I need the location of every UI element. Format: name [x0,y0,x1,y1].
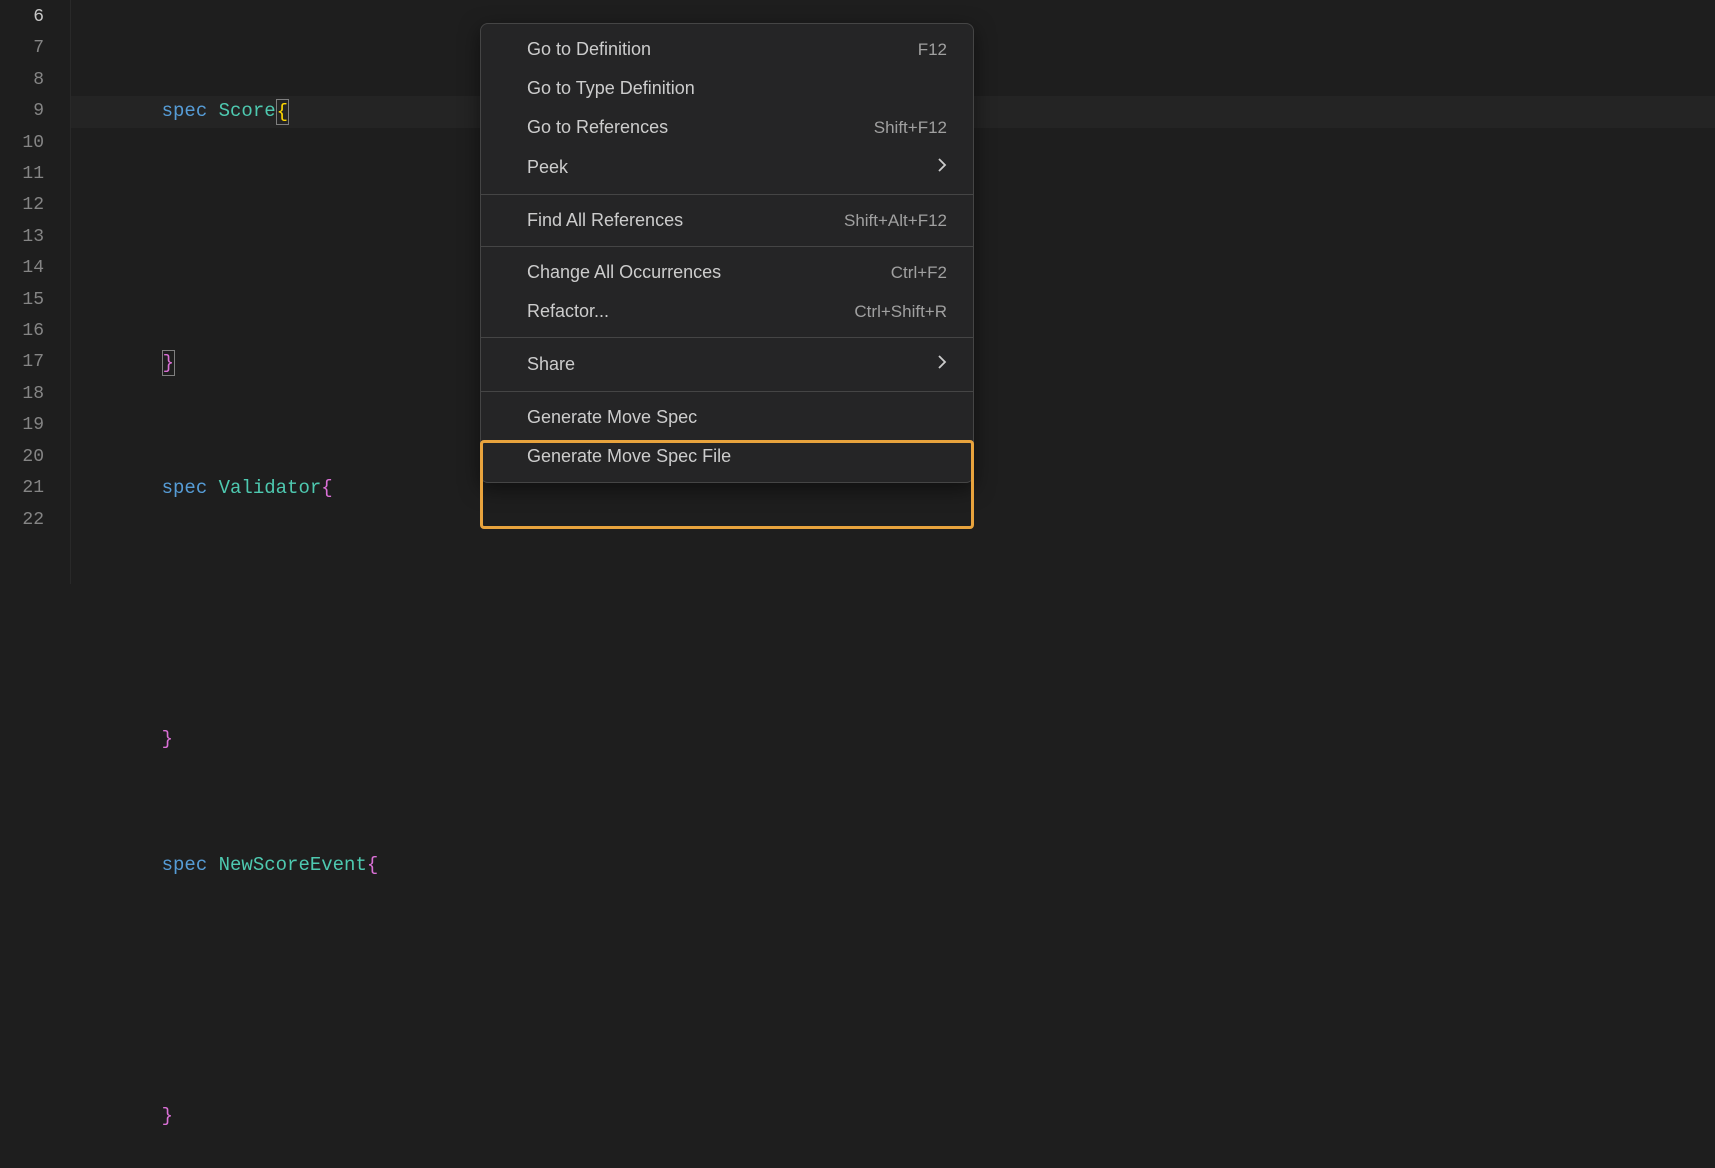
chevron-right-icon [937,353,947,376]
menu-shortcut: Shift+F12 [874,118,947,138]
code-line[interactable]: } [71,724,1715,755]
brace: } [162,728,173,750]
menu-shortcut: Shift+Alt+F12 [844,211,947,231]
menu-shortcut: Ctrl+Shift+R [854,302,947,322]
menu-label: Go to Definition [527,39,651,60]
chevron-right-icon [937,156,947,179]
menu-go-to-type-definition[interactable]: Go to Type Definition [481,69,973,108]
indent [116,1105,162,1127]
line-number: 18 [0,379,44,410]
context-menu: Go to Definition F12 Go to Type Definiti… [480,23,974,483]
code-line[interactable] [71,599,1715,630]
indent [116,854,162,876]
brace: } [163,352,174,374]
menu-label: Generate Move Spec [527,407,697,428]
menu-label: Go to Type Definition [527,78,695,99]
menu-shortcut: Ctrl+F2 [891,263,947,283]
menu-change-all-occurrences[interactable]: Change All Occurrences Ctrl+F2 [481,253,973,292]
menu-separator [481,246,973,247]
line-number: 21 [0,473,44,504]
brace: } [162,1105,173,1127]
line-number: 17 [0,347,44,378]
line-number: 14 [0,253,44,284]
menu-separator [481,337,973,338]
line-number: 11 [0,159,44,190]
line-number: 20 [0,442,44,473]
brace: { [277,101,288,123]
cursor-box: { [276,99,289,125]
line-number: 19 [0,410,44,441]
menu-generate-move-spec[interactable]: Generate Move Spec [481,398,973,437]
menu-label: Find All References [527,210,683,231]
matching-brace-box: } [162,350,175,376]
line-number: 13 [0,222,44,253]
line-number: 10 [0,128,44,159]
line-number-gutter: 6 7 8 9 10 11 12 13 14 15 16 17 18 19 20… [0,0,70,584]
line-number: 16 [0,316,44,347]
menu-go-to-definition[interactable]: Go to Definition F12 [481,30,973,69]
keyword: spec [162,477,208,499]
line-number: 12 [0,190,44,221]
menu-separator [481,391,973,392]
indent [116,100,162,122]
menu-separator [481,194,973,195]
code-line[interactable] [71,975,1715,1006]
line-number: 15 [0,285,44,316]
menu-go-to-references[interactable]: Go to References Shift+F12 [481,108,973,147]
menu-refactor[interactable]: Refactor... Ctrl+Shift+R [481,292,973,331]
keyword: spec [162,854,208,876]
type-name: Score [219,100,276,122]
menu-generate-move-spec-file[interactable]: Generate Move Spec File [481,437,973,476]
type-name: Validator [219,477,322,499]
line-number: 9 [0,96,44,127]
menu-label: Share [527,354,575,375]
menu-label: Generate Move Spec File [527,446,731,467]
brace: { [367,854,378,876]
brace: { [321,477,332,499]
indent [116,351,162,373]
line-number: 7 [0,33,44,64]
menu-label: Change All Occurrences [527,262,721,283]
indent [116,477,162,499]
menu-label: Go to References [527,117,668,138]
menu-shortcut: F12 [918,40,947,60]
code-line[interactable]: spec NewScoreEvent{ [71,850,1715,881]
keyword: spec [162,100,208,122]
line-number: 22 [0,505,44,536]
type-name: NewScoreEvent [219,854,367,876]
line-number: 6 [0,2,44,33]
menu-label: Refactor... [527,301,609,322]
line-number: 8 [0,65,44,96]
menu-find-all-references[interactable]: Find All References Shift+Alt+F12 [481,201,973,240]
indent [116,728,162,750]
menu-peek[interactable]: Peek [481,147,973,188]
menu-share[interactable]: Share [481,344,973,385]
menu-label: Peek [527,157,568,178]
code-line[interactable]: } [71,1101,1715,1132]
